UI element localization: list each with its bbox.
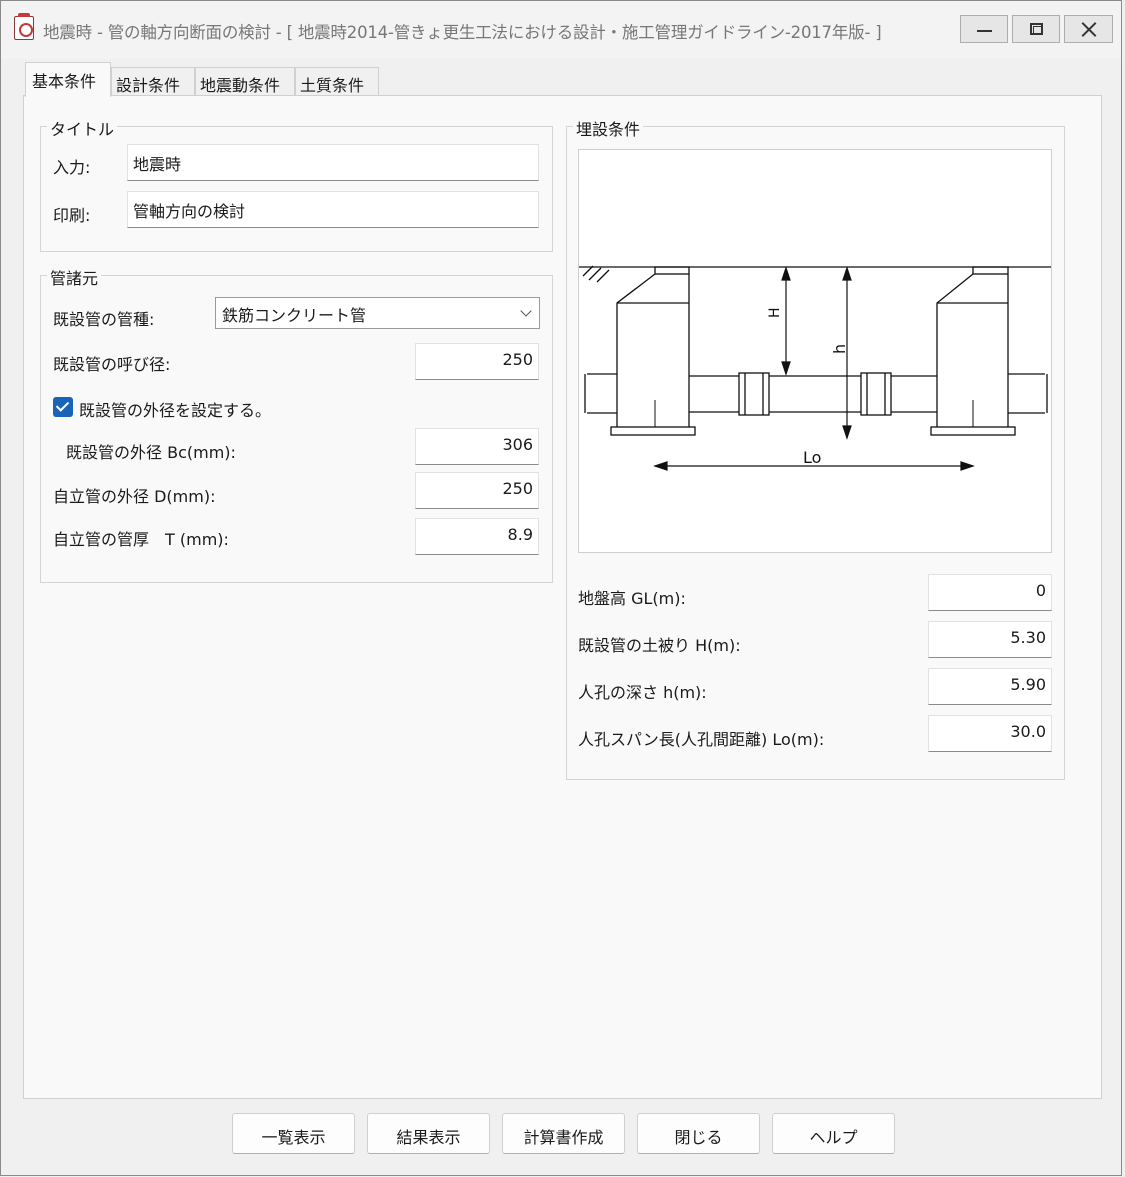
create-report-button[interactable]: 計算書作成 <box>502 1113 625 1154</box>
tab-soil-conditions[interactable]: 土質条件 <box>295 67 379 96</box>
nominal-diameter-field[interactable]: 250 <box>415 343 539 380</box>
tab-design-conditions[interactable]: 設計条件 <box>111 67 195 96</box>
manhole-depth-field[interactable]: 5.90 <box>928 668 1052 705</box>
nominal-diameter-label: 既設管の呼び径: <box>53 355 171 374</box>
pipe-type-value: 鉄筋コンクリート管 <box>222 306 367 325</box>
maximize-icon <box>1030 23 1043 35</box>
show-results-button[interactable]: 結果表示 <box>367 1113 490 1154</box>
close-icon <box>1080 20 1098 38</box>
app-icon <box>14 13 34 40</box>
title-input-label: 入力: <box>53 158 91 177</box>
main-window: 地震時 - 管の軸方向断面の検討 - [ 地震時2014-管きょ更生工法における… <box>0 0 1122 1176</box>
help-button[interactable]: ヘルプ <box>772 1113 895 1154</box>
cover-depth-label: 既設管の土被り H(m): <box>578 636 741 655</box>
ground-level-label: 地盤高 GL(m): <box>578 589 686 608</box>
maximize-button[interactable] <box>1012 15 1060 43</box>
manhole-span-field[interactable]: 30.0 <box>928 715 1052 752</box>
window-title: 地震時 - 管の軸方向断面の検討 - [ 地震時2014-管きょ更生工法における… <box>43 23 882 42</box>
ground-level-field[interactable]: 0 <box>928 574 1052 611</box>
dimension-H-label: H <box>767 307 783 318</box>
tab-panel-basic: タイトル 入力: 地震時 印刷: 管軸方向の検討 管諸元 既設管の管種: 鉄筋コ… <box>23 95 1102 1099</box>
burial-diagram: H h Lo <box>578 149 1052 553</box>
chevron-down-icon <box>520 305 532 317</box>
burial-group: 埋設条件 H h Lo 地盤高 GL(m): 0 既設管の土被り H(m): 5… <box>566 116 1065 780</box>
left-manhole-cover <box>654 266 690 275</box>
existing-outer-diameter-field[interactable]: 306 <box>415 428 539 465</box>
title-bar[interactable]: 地震時 - 管の軸方向断面の検討 - [ 地震時2014-管きょ更生工法における… <box>1 1 1121 59</box>
minimize-button[interactable] <box>960 15 1008 43</box>
title-group: タイトル 入力: 地震時 印刷: 管軸方向の検討 <box>40 116 553 252</box>
burial-diagram-svg: H h Lo <box>579 265 1051 471</box>
pipe-type-select[interactable]: 鉄筋コンクリート管 <box>215 297 540 329</box>
self-pipe-outer-label: 自立管の外径 D(mm): <box>53 487 216 506</box>
close-window-button[interactable] <box>1064 15 1113 43</box>
minimize-icon <box>977 30 992 32</box>
self-pipe-outer-field[interactable]: 250 <box>415 472 539 509</box>
outer-diameter-checkbox[interactable] <box>53 397 73 417</box>
title-input-field[interactable]: 地震時 <box>127 144 539 181</box>
title-print-field[interactable]: 管軸方向の検討 <box>127 191 539 228</box>
close-button[interactable]: 閉じる <box>637 1113 760 1154</box>
self-pipe-thickness-field[interactable]: 8.9 <box>415 518 539 555</box>
pipe-type-label: 既設管の管種: <box>53 310 155 329</box>
title-group-label: タイトル <box>47 116 118 140</box>
manhole-depth-label: 人孔の深さ h(m): <box>578 683 707 702</box>
burial-group-label: 埋設条件 <box>573 116 644 140</box>
pipe-group: 管諸元 既設管の管種: 鉄筋コンクリート管 既設管の呼び径: 250 既設管の外… <box>40 265 553 583</box>
self-pipe-thickness-label: 自立管の管厚 T (mm): <box>53 530 229 549</box>
cover-depth-field[interactable]: 5.30 <box>928 621 1052 658</box>
list-view-button[interactable]: 一覧表示 <box>232 1113 355 1154</box>
existing-outer-diameter-label: 既設管の外径 Bc(mm): <box>66 443 236 462</box>
tab-basic-conditions[interactable]: 基本条件 <box>25 62 111 97</box>
pipe-group-label: 管諸元 <box>47 265 102 289</box>
right-manhole-cover <box>972 266 1009 275</box>
dimension-h-label: h <box>830 344 849 354</box>
dimension-Lo-label: Lo <box>803 448 821 467</box>
title-print-label: 印刷: <box>53 206 91 225</box>
outer-diameter-checkbox-label[interactable]: 既設管の外径を設定する。 <box>79 397 271 421</box>
manhole-span-label: 人孔スパン長(人孔間距離) Lo(m): <box>578 730 825 749</box>
tab-seismic-conditions[interactable]: 地震動条件 <box>195 67 295 96</box>
